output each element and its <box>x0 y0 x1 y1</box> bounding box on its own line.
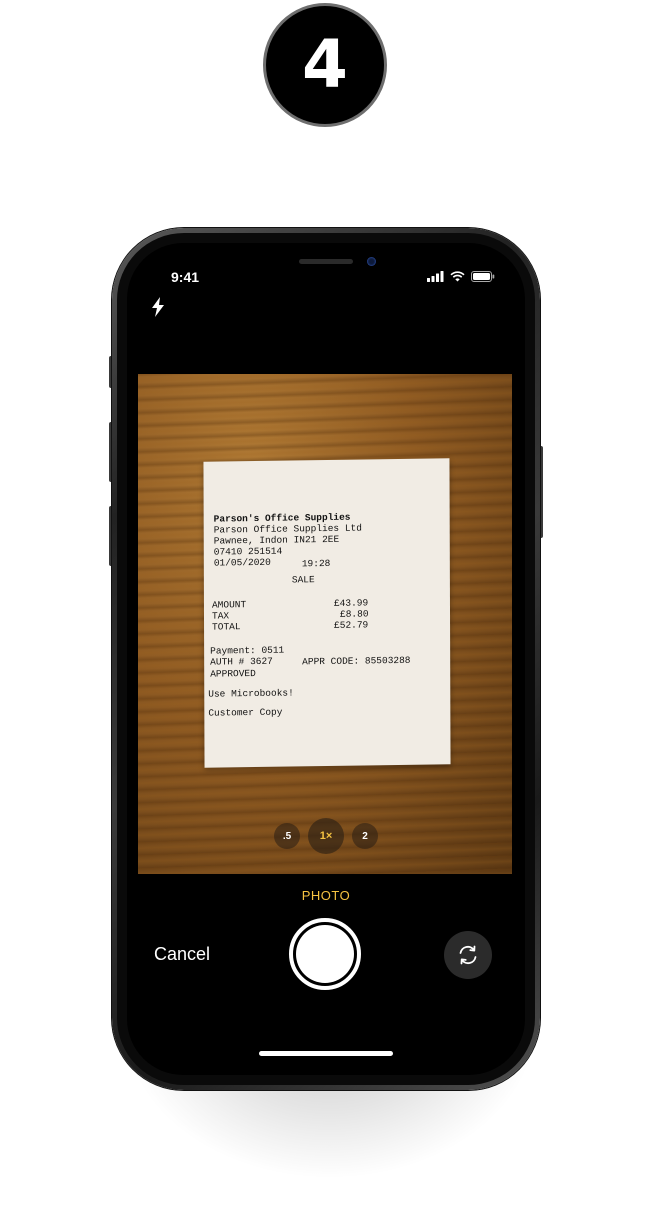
receipt-payment: Payment: 0511 <box>210 644 285 657</box>
receipt-transaction-type: SALE <box>291 574 315 586</box>
zoom-2x-button[interactable]: 2 <box>352 823 378 849</box>
earpiece-speaker <box>299 259 353 264</box>
receipt-phone: 07410 251514 <box>213 545 283 558</box>
wifi-icon <box>450 271 465 282</box>
receipt-auth: AUTH # 3627 <box>210 655 273 668</box>
switch-camera-button[interactable] <box>444 931 492 979</box>
notch <box>223 243 429 273</box>
receipt-date: 01/05/2020 <box>213 556 271 569</box>
receipt-status: APPROVED <box>210 667 256 680</box>
receipt-promo: Use Microbooks! <box>208 687 294 700</box>
home-indicator[interactable] <box>259 1051 393 1056</box>
receipt-address: Pawnee, Indon IN21 2EE <box>213 533 340 547</box>
receipt-tax-label: TAX <box>211 610 230 622</box>
camera-mode-label[interactable]: PHOTO <box>127 888 525 903</box>
status-time: 9:41 <box>171 269 200 285</box>
step-number-badge: 4 <box>263 3 387 127</box>
receipt-copy-type: Customer Copy <box>208 706 283 719</box>
shutter-button[interactable] <box>289 918 361 990</box>
receipt-total-value: £52.79 <box>334 619 369 631</box>
zoom-1x-button[interactable]: 1× <box>308 818 344 854</box>
switch-camera-icon <box>459 945 477 965</box>
receipt-amount-label: AMOUNT <box>211 599 247 611</box>
shutter-button-inner <box>296 925 354 983</box>
signal-icon <box>427 271 444 282</box>
receipt-time: 19:28 <box>301 557 331 570</box>
camera-viewfinder[interactable]: Parson's Office Supplies Parson Office S… <box>138 374 512 874</box>
cancel-button[interactable]: Cancel <box>154 944 210 965</box>
zoom-selector: .5 1× 2 <box>274 818 378 854</box>
receipt-tax-value: £8.80 <box>339 608 369 620</box>
zoom-0-5-button[interactable]: .5 <box>274 823 300 849</box>
status-icons <box>427 271 495 282</box>
flash-icon[interactable] <box>151 297 165 317</box>
receipt-appr-code: APPR CODE: 85503288 <box>302 654 411 668</box>
receipt-amount-value: £43.99 <box>333 597 369 609</box>
receipt-document: Parson's Office Supplies Parson Office S… <box>203 458 451 768</box>
phone-screen: 9:41 Parson's Office Supplies Parson Off… <box>127 243 525 1075</box>
battery-icon <box>471 271 495 282</box>
receipt-total-label: TOTAL <box>212 621 241 633</box>
front-camera <box>367 257 376 266</box>
